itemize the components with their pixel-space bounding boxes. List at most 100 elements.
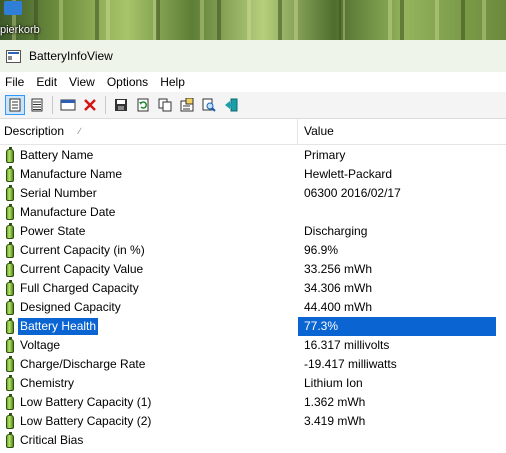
properties-button[interactable] (177, 95, 197, 115)
row-value: Discharging (304, 224, 368, 238)
properties-icon (180, 98, 194, 112)
row-description: Serial Number (20, 186, 97, 200)
row-description: Charge/Discharge Rate (20, 357, 146, 371)
table-row-selected[interactable]: Battery Health 77.3% (0, 317, 506, 336)
table-row[interactable]: Low Battery Capacity (1) 1.362 mWh (0, 393, 506, 412)
menu-bar: File Edit View Options Help (0, 72, 506, 92)
exit-icon (225, 98, 238, 112)
row-description: Current Capacity (in %) (20, 243, 145, 257)
row-description: Low Battery Capacity (1) (20, 395, 152, 409)
row-description: Power State (20, 224, 86, 238)
battery-icon (6, 412, 14, 429)
delete-icon (84, 99, 96, 111)
row-value: 96.9% (304, 243, 339, 257)
app-icon (6, 49, 21, 63)
battery-icon (6, 241, 14, 258)
save-icon (115, 99, 127, 111)
menu-view[interactable]: View (63, 72, 101, 92)
row-value: 3.419 mWh (304, 414, 366, 428)
refresh-icon (137, 98, 149, 112)
sort-ascending-icon: ∕ (79, 126, 81, 136)
menu-options[interactable]: Options (101, 72, 154, 92)
refresh-button[interactable] (133, 95, 153, 115)
row-value: 33.256 mWh (304, 262, 373, 276)
menu-file[interactable]: File (0, 72, 30, 92)
battery-icon (6, 279, 14, 296)
table-row[interactable]: Critical Bias (0, 431, 506, 450)
row-value: 44.400 mWh (304, 300, 373, 314)
exit-button[interactable] (221, 95, 241, 115)
row-description: Designed Capacity (20, 300, 121, 314)
desktop-app-tile[interactable] (4, 1, 22, 15)
copy-button[interactable] (155, 95, 175, 115)
row-value: Hewlett-Packard (304, 167, 393, 181)
battery-icon (6, 317, 14, 334)
table-row[interactable]: Chemistry Lithium Ion (0, 374, 506, 393)
list-view-icon (31, 98, 43, 112)
html-report-button[interactable] (5, 95, 25, 115)
menu-edit[interactable]: Edit (30, 72, 63, 92)
row-description: Manufacture Date (20, 205, 116, 219)
table-row[interactable]: Battery Name Primary (0, 146, 506, 165)
table-row[interactable]: Voltage 16.317 millivolts (0, 336, 506, 355)
battery-icon (6, 336, 14, 353)
table-row[interactable]: Full Charged Capacity 34.306 mWh (0, 279, 506, 298)
row-description: Full Charged Capacity (20, 281, 139, 295)
column-header-value-label: Value (304, 124, 334, 138)
battery-icon (6, 184, 14, 201)
table-row[interactable]: Serial Number 06300 2016/02/17 (0, 184, 506, 203)
battery-icon (6, 393, 14, 410)
row-description: Chemistry (20, 376, 75, 390)
desktop-wallpaper: pierkorb (0, 0, 506, 40)
table-row[interactable]: Charge/Discharge Rate -19.417 milliwatts (0, 355, 506, 374)
row-value: -19.417 milliwatts (304, 357, 397, 371)
column-header-value[interactable]: Value (298, 119, 506, 144)
row-value: 77.3% (298, 317, 496, 336)
column-header-description-label: Description (4, 124, 65, 138)
battery-icon (6, 374, 14, 391)
row-description: Manufacture Name (20, 167, 123, 181)
table-row[interactable]: Current Capacity (in %) 96.9% (0, 241, 506, 260)
row-description: Current Capacity Value (20, 262, 144, 276)
save-button[interactable] (111, 95, 131, 115)
battery-icon (6, 260, 14, 277)
table-row[interactable]: Manufacture Date (0, 203, 506, 222)
battery-icon (6, 203, 14, 220)
table-row[interactable]: Power State Discharging (0, 222, 506, 241)
table-body: Battery Name Primary Manufacture Name Hewl… (0, 145, 506, 450)
table-header: Description ∕ Value (0, 119, 506, 145)
table-row[interactable]: Current Capacity Value 33.256 mWh (0, 260, 506, 279)
advanced-options-button[interactable] (58, 95, 78, 115)
column-header-description[interactable]: Description ∕ (0, 119, 298, 144)
row-value: Lithium Ion (304, 376, 363, 390)
table-row[interactable]: Manufacture Name Hewlett-Packard (0, 165, 506, 184)
table-row[interactable]: Designed Capacity 44.400 mWh (0, 298, 506, 317)
row-value: 1.362 mWh (304, 395, 366, 409)
row-value: 34.306 mWh (304, 281, 373, 295)
toolbar-separator (52, 96, 53, 114)
battery-icon (6, 298, 14, 315)
find-button[interactable] (199, 95, 219, 115)
list-view-button[interactable] (27, 95, 47, 115)
advanced-options-icon (60, 99, 76, 111)
menu-help[interactable]: Help (154, 72, 191, 92)
delete-button[interactable] (80, 95, 100, 115)
battery-icon (6, 431, 14, 448)
table-row[interactable]: Low Battery Capacity (2) 3.419 mWh (0, 412, 506, 431)
row-value: Primary (304, 148, 346, 162)
html-report-icon (9, 98, 21, 112)
title-bar[interactable]: BatteryInfoView (0, 40, 506, 72)
row-value (298, 203, 496, 222)
desktop-icon-label[interactable]: pierkorb (0, 24, 40, 36)
battery-icon (6, 165, 14, 182)
battery-info-list: Description ∕ Value Battery Name Primary … (0, 119, 506, 450)
window-title: BatteryInfoView (29, 49, 113, 63)
row-description: Voltage (20, 338, 61, 352)
row-value (298, 431, 496, 450)
row-description: Battery Health (18, 318, 99, 335)
battery-icon (6, 222, 14, 239)
row-description: Low Battery Capacity (2) (20, 414, 152, 428)
row-description: Battery Name (20, 148, 94, 162)
toolbar-separator (105, 96, 106, 114)
row-value: 16.317 millivolts (304, 338, 390, 352)
